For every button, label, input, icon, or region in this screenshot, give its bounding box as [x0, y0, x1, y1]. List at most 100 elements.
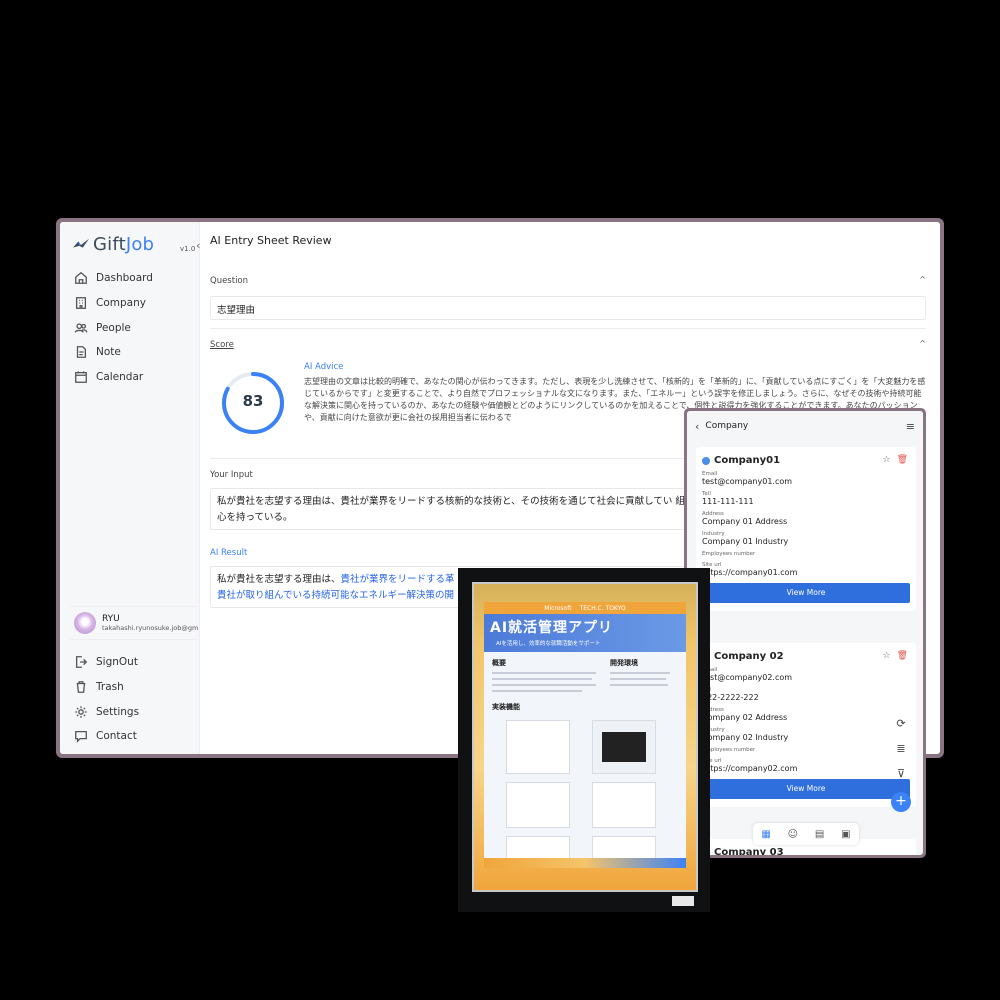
refresh-icon[interactable]: ⟳: [896, 717, 905, 730]
poster-header: Microsoft TECH.C. TOKYO: [484, 602, 686, 614]
sidebar-item-label: Dashboard: [96, 272, 153, 285]
crane-logo-icon: [73, 238, 89, 248]
sidebar-item-label: People: [96, 321, 131, 334]
company-card[interactable]: Company 02 ☆🗑 Email test@company02.com T…: [696, 643, 916, 807]
people-icon[interactable]: ☺: [788, 829, 798, 840]
sidebar-item-people[interactable]: People: [74, 315, 153, 340]
page-title: AI Entry Sheet Review: [210, 234, 332, 247]
poster-plaque: [672, 896, 694, 906]
trash-icon[interactable]: 🗑: [897, 455, 908, 465]
avatar: [74, 612, 96, 634]
poster-text-line: [492, 690, 582, 692]
mobile-title: Company: [705, 421, 749, 431]
user-name: RYU: [102, 614, 120, 624]
building-icon[interactable]: ▦: [761, 829, 770, 840]
poster-photo: Microsoft TECH.C. TOKYO AI就活管理アプリ AIを活用し…: [458, 568, 710, 912]
poster-text-line: [610, 684, 668, 686]
calendar-icon[interactable]: ▣: [841, 829, 850, 840]
mobile-window: ‹ Company ≡ Company01 ☆ 🗑 Email test@comp…: [684, 408, 926, 858]
company-name: Company 03: [714, 847, 784, 855]
trash-icon: [76, 681, 86, 693]
score-label: Score: [210, 340, 234, 350]
sidebar-item-calendar[interactable]: Calendar: [74, 365, 153, 390]
logo-gift: Gift: [93, 234, 126, 255]
company-url[interactable]: https://company02.com: [702, 764, 910, 773]
poster-figure: [506, 782, 570, 828]
people-icon: [74, 323, 88, 333]
company-industry: Company 02 Industry: [702, 733, 789, 742]
user-profile[interactable]: RYU takahashi.ryunosuke.job@gmail.com: [70, 606, 198, 640]
app-logo[interactable]: GiftJob: [72, 234, 154, 255]
sidebar-item-label: Contact: [96, 730, 137, 743]
company-email: test@company01.com: [702, 477, 793, 486]
poster-title: AI就活管理アプリ: [490, 620, 614, 636]
collapse-question-icon[interactable]: ^: [919, 275, 926, 284]
poster-text-line: [492, 678, 592, 680]
sidebar: GiftJob v1.0 ‹ Dashboard Company People: [60, 222, 200, 754]
poster-header-right: TECH.C. TOKYO: [579, 604, 626, 612]
ai-result-text: 私が貴社を志望する理由は、: [217, 574, 341, 585]
sidebar-item-settings[interactable]: Settings: [74, 699, 139, 724]
company-tell: 222-2222-222: [702, 693, 759, 702]
score-value: 83: [242, 392, 264, 410]
company-name: Company 02: [714, 651, 784, 662]
home-icon: [75, 272, 87, 285]
star-icon[interactable]: ☆: [882, 651, 890, 661]
sidebar-item-label: Company: [96, 297, 146, 310]
collapse-score-icon[interactable]: ^: [919, 339, 926, 348]
add-button[interactable]: +: [891, 792, 911, 812]
view-more-button[interactable]: View More: [702, 779, 910, 799]
chat-icon: [75, 731, 87, 744]
ai-result-highlight: 貴社が業界をリードする革: [340, 574, 455, 585]
company-card[interactable]: Company01 ☆ 🗑 Email test@company01.com Te…: [696, 447, 916, 611]
poster: Microsoft TECH.C. TOKYO AI就活管理アプリ AIを活用し…: [484, 602, 686, 868]
company-name: Company01: [714, 455, 781, 466]
company-industry: Company 01 Industry: [702, 537, 789, 546]
question-field[interactable]: 志望理由: [210, 296, 926, 320]
company-email: test@company02.com: [702, 673, 793, 682]
poster-section-overview: 概要: [492, 659, 506, 667]
poster-text-line: [492, 672, 596, 674]
user-email: takahashi.ryunosuke.job@gmail.com: [102, 624, 198, 632]
poster-header-left: Microsoft: [544, 604, 572, 612]
poster-section-features: 実装機能: [492, 703, 520, 711]
back-icon[interactable]: ‹: [695, 420, 699, 433]
sidebar-item-trash[interactable]: Trash: [74, 675, 139, 700]
sidebar-item-label: Trash: [96, 681, 124, 694]
poster-subtitle: AIを活用し、効率的な就職活動をサポート: [496, 641, 601, 647]
sidebar-item-contact[interactable]: Contact: [74, 724, 139, 749]
sort-icon[interactable]: ≣: [896, 742, 905, 755]
menu-icon[interactable]: ≡: [906, 420, 915, 433]
poster-text-line: [610, 678, 666, 680]
trash-icon[interactable]: 🗑: [897, 651, 908, 661]
note-icon[interactable]: ▤: [815, 829, 824, 840]
sidebar-item-dashboard[interactable]: Dashboard: [74, 266, 153, 291]
sidebar-nav: Dashboard Company People Note Calendar: [74, 266, 153, 389]
sidebar-item-company[interactable]: Company: [74, 291, 153, 316]
poster-footer: [484, 858, 686, 868]
filter-icon[interactable]: ⊽: [897, 767, 905, 780]
version-label: v1.0: [180, 245, 196, 253]
poster-figure: [592, 782, 656, 828]
mobile-app: ‹ Company ≡ Company01 ☆ 🗑 Email test@comp…: [687, 411, 923, 855]
company-address: Company 02 Address: [702, 713, 788, 722]
bottom-nav: ▦ ☺ ▤ ▣: [753, 823, 859, 845]
poster-figure-dark: [602, 732, 646, 762]
logo-job: Job: [125, 234, 155, 255]
sidebar-item-note[interactable]: Note: [74, 340, 153, 365]
sidebar-item-label: Settings: [96, 705, 140, 718]
sidebar-item-signout[interactable]: SignOut: [74, 650, 139, 675]
calendar-icon: [75, 371, 87, 383]
poster-banner: AI就活管理アプリ AIを活用し、効率的な就職活動をサポート: [484, 614, 686, 652]
company-address: Company 01 Address: [702, 517, 788, 526]
sidebar-item-label: Calendar: [96, 371, 144, 384]
field-label: Employees number: [702, 747, 756, 753]
poster-text-line: [610, 672, 670, 674]
company-url[interactable]: https://company01.com: [702, 568, 910, 577]
star-icon[interactable]: ☆: [882, 455, 890, 465]
mobile-header: ‹ Company ≡: [687, 411, 923, 441]
sidebar-bottom-nav: SignOut Trash Settings Contact: [74, 650, 139, 749]
poster-figure: [506, 720, 570, 774]
sidebar-item-label: Note: [96, 346, 121, 359]
view-more-button[interactable]: View More: [702, 583, 910, 603]
